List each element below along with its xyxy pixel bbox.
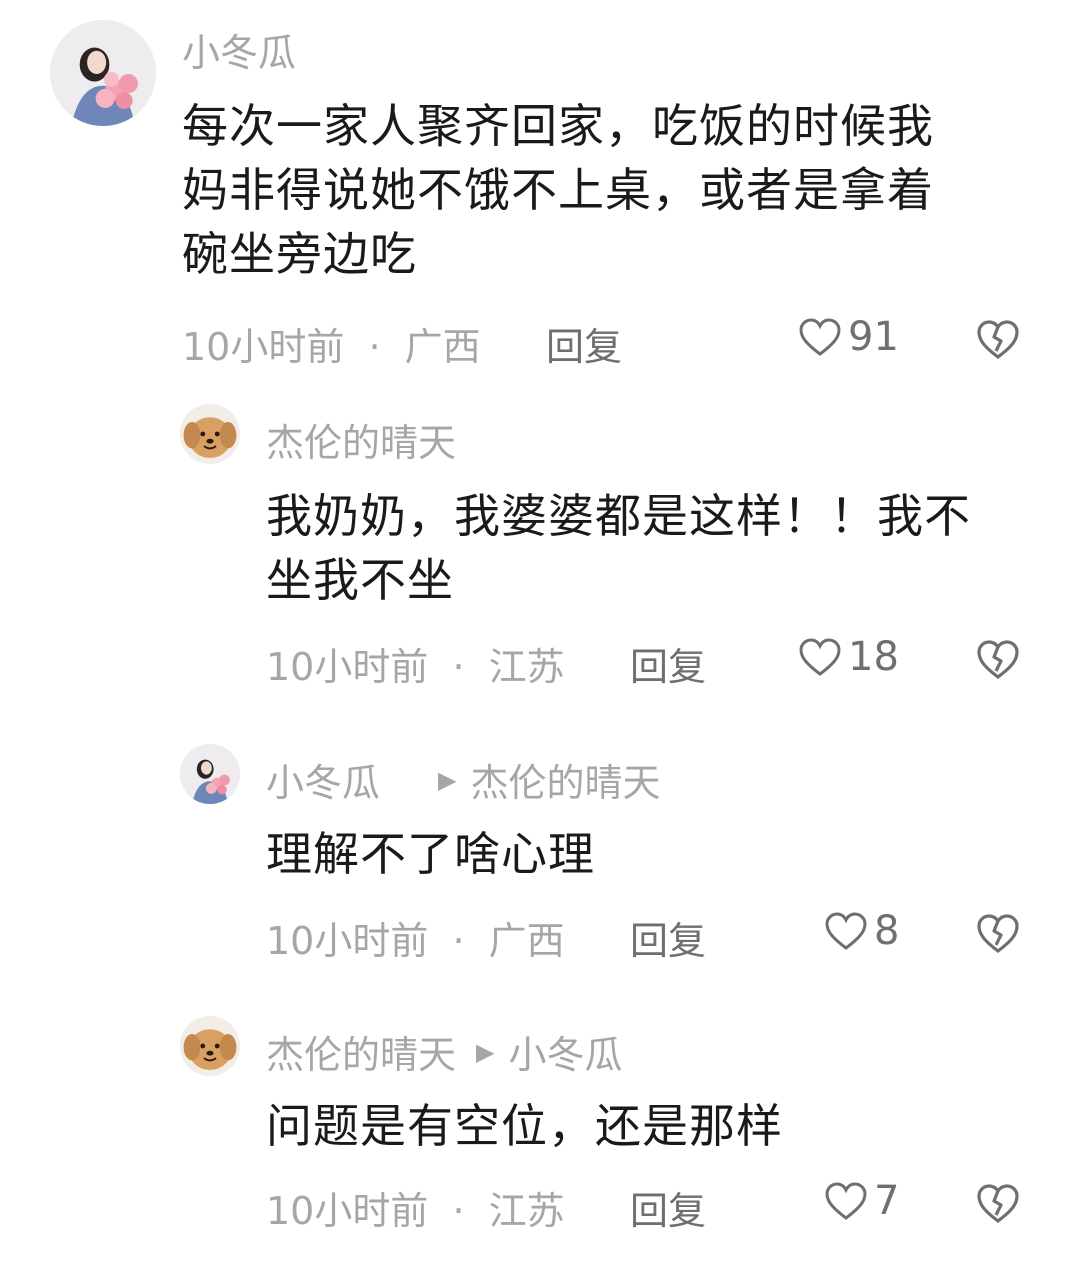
comment-item: 杰伦的晴天 我奶奶，我婆婆都是这样！！我不 坐我不坐 10小时前 · 江苏 回复… [0, 390, 1080, 700]
reply-to-username[interactable]: 小冬瓜 [508, 1024, 622, 1079]
comment-item: 小冬瓜 ▶ 杰伦的晴天 理解不了啥心理 10小时前 · 广西 回复 8 [0, 730, 1080, 980]
comment-username[interactable]: 小冬瓜 [266, 752, 380, 807]
comment-time: 10小时前 [266, 1189, 429, 1233]
comment-meta: 10小时前 · 广西 [182, 316, 481, 371]
comment-meta: 10小时前 · 广西 [266, 910, 565, 965]
comment-item: 小冬瓜 每次一家人聚齐回家，吃饭的时候我 妈非得说她不饿不上桌，或者是拿着 碗坐… [0, 0, 1080, 380]
girl-with-flowers-icon [50, 20, 156, 126]
meta-separator: · [368, 325, 381, 369]
comment-location: 广西 [404, 325, 481, 369]
like-button[interactable]: 7 [824, 1178, 899, 1224]
comment-text: 我奶奶，我婆婆都是这样！！我不 坐我不坐 [266, 489, 971, 607]
reply-button[interactable]: 回复 [546, 316, 622, 371]
girl-with-flowers-icon [180, 744, 240, 804]
heart-icon [825, 1182, 867, 1220]
comment-username-row: 小冬瓜 ▶ 杰伦的晴天 [266, 752, 661, 807]
comment-text: 问题是有空位，还是那样 [266, 1099, 783, 1153]
puppy-icon [180, 1016, 240, 1076]
avatar[interactable] [50, 20, 156, 126]
broken-heart-icon[interactable] [975, 1182, 1021, 1224]
comment-location: 江苏 [488, 645, 565, 689]
puppy-icon [180, 404, 240, 464]
comment-time: 10小时前 [266, 919, 429, 963]
heart-icon [799, 318, 841, 356]
comment-text: 理解不了啥心理 [266, 827, 595, 881]
like-count: 7 [874, 1178, 900, 1224]
comment-meta: 10小时前 · 江苏 [266, 1180, 565, 1235]
comment-time: 10小时前 [266, 645, 429, 689]
comment-text: 每次一家人聚齐回家，吃饭的时候我 妈非得说她不饿不上桌，或者是拿着 碗坐旁边吃 [182, 99, 934, 281]
comment-username[interactable]: 小冬瓜 [182, 22, 296, 77]
reply-arrow-icon: ▶ [476, 1037, 495, 1066]
comment-location: 广西 [488, 919, 565, 963]
comment-username[interactable]: 杰伦的晴天 [266, 412, 456, 467]
comment-username-row: 杰伦的晴天 ▶ 小冬瓜 [266, 1024, 623, 1079]
comment-location: 江苏 [488, 1189, 565, 1233]
reply-button[interactable]: 回复 [630, 910, 706, 965]
meta-separator: · [452, 919, 465, 963]
like-button[interactable]: 91 [798, 314, 899, 360]
broken-heart-icon[interactable] [975, 912, 1021, 954]
broken-heart-icon[interactable] [975, 318, 1021, 360]
like-count: 8 [874, 908, 900, 954]
like-button[interactable]: 18 [798, 634, 899, 680]
like-count: 91 [848, 314, 899, 360]
like-button[interactable]: 8 [824, 908, 899, 954]
avatar[interactable] [180, 404, 240, 464]
meta-separator: · [452, 1189, 465, 1233]
reply-button[interactable]: 回复 [630, 636, 706, 691]
comment-username[interactable]: 杰伦的晴天 [266, 1024, 456, 1079]
broken-heart-icon[interactable] [975, 638, 1021, 680]
reply-arrow-icon: ▶ [438, 765, 457, 794]
reply-to-username[interactable]: 杰伦的晴天 [470, 752, 660, 807]
reply-button[interactable]: 回复 [630, 1180, 706, 1235]
comment-meta: 10小时前 · 江苏 [266, 636, 565, 691]
meta-separator: · [452, 645, 465, 689]
comment-item: 杰伦的晴天 ▶ 小冬瓜 问题是有空位，还是那样 10小时前 · 江苏 回复 7 [0, 1002, 1080, 1252]
comment-time: 10小时前 [182, 325, 345, 369]
avatar[interactable] [180, 744, 240, 804]
heart-icon [825, 912, 867, 950]
heart-icon [799, 638, 841, 676]
avatar[interactable] [180, 1016, 240, 1076]
like-count: 18 [848, 634, 899, 680]
